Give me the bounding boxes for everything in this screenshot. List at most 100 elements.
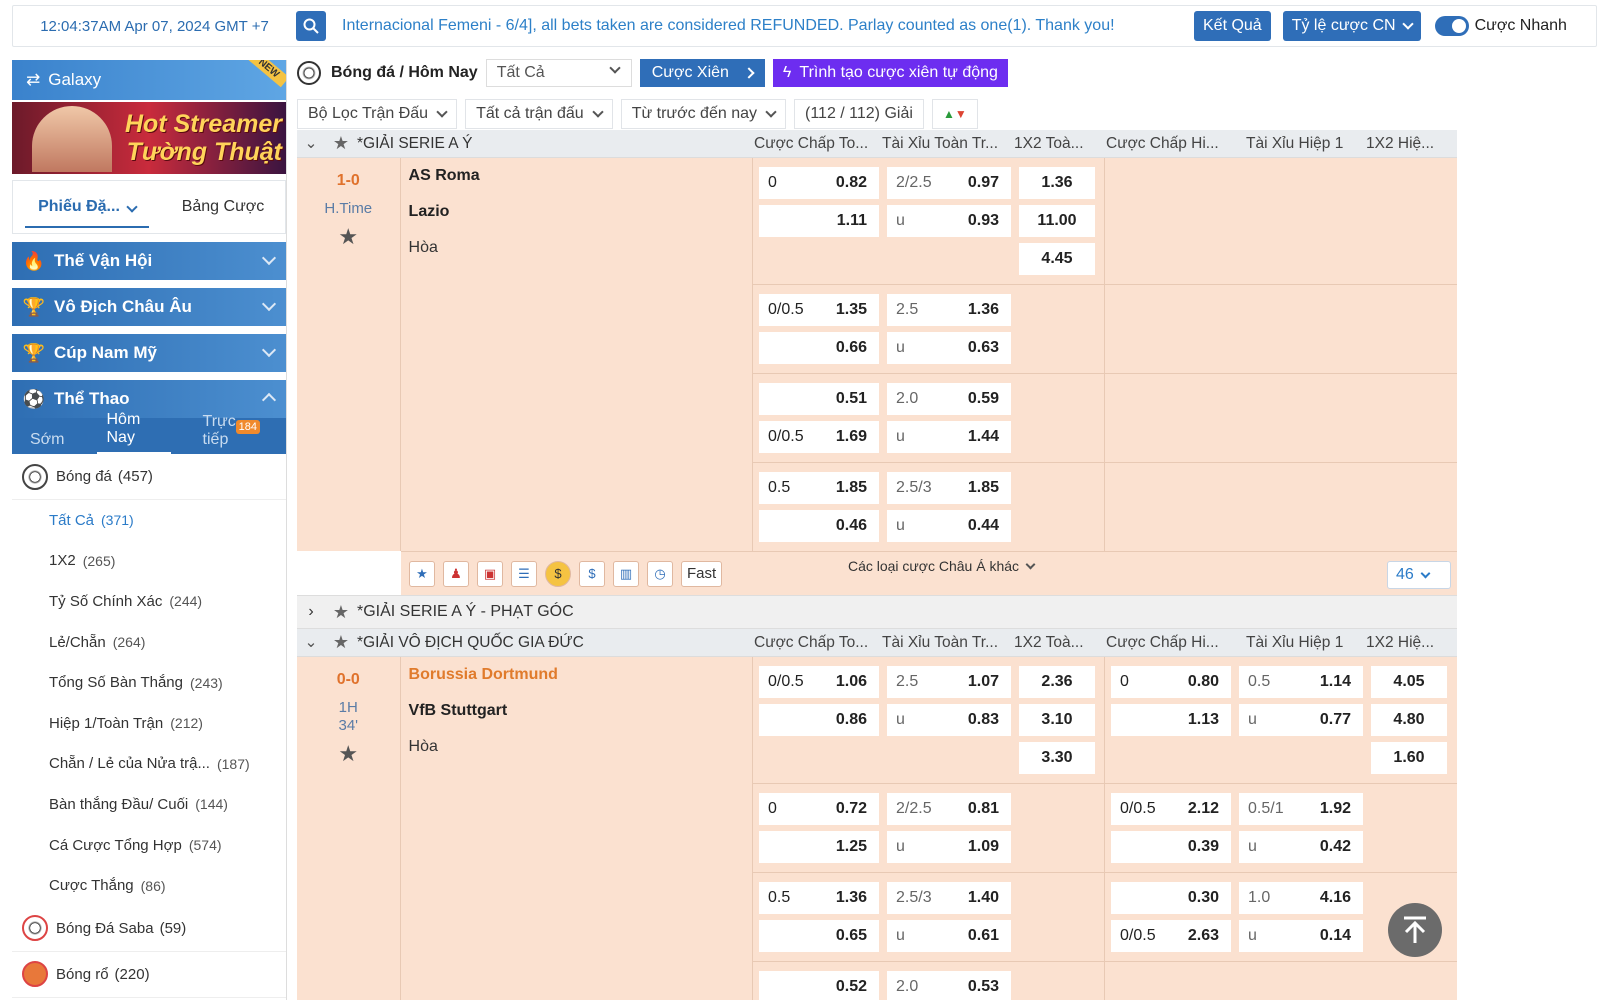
over-under-odds-cell[interactable]: 2/2.5 0.81 — [887, 793, 1011, 825]
tab-early[interactable]: Sớm — [20, 431, 75, 454]
handicap-odds-cell[interactable]: 0.39 — [1111, 831, 1231, 863]
handicap-odds-cell[interactable]: 0.30 — [1111, 882, 1231, 914]
over-under-odds-cell[interactable]: 2.0 0.59 — [887, 383, 1011, 415]
handicap-odds-cell[interactable]: 0/0.5 2.12 — [1111, 793, 1231, 825]
galaxy-link[interactable]: ⇄ Galaxy NEW — [12, 60, 286, 100]
bar-chart-icon[interactable]: ▥ — [613, 560, 639, 587]
sidebar-bet-type-item[interactable]: 1X2 (265) — [12, 541, 286, 582]
1x2-odds-cell[interactable]: 3.10 — [1019, 704, 1095, 736]
back-to-top-button[interactable] — [1388, 903, 1442, 957]
announcement-ticker[interactable]: Internacional Femeni - 6/4], all bets ta… — [342, 17, 1182, 35]
handicap-odds-cell[interactable]: 0.86 — [759, 704, 879, 736]
star-icon[interactable]: ★ — [297, 224, 400, 250]
stats-list-icon[interactable]: ☰ — [511, 560, 537, 587]
over-under-odds-cell[interactable]: 2.0 0.53 — [887, 971, 1011, 1000]
sidebar-bet-type-item[interactable]: Lẻ/Chẵn (264) — [12, 622, 286, 663]
sidebar-bet-type-item[interactable]: Tỷ Số Chính Xác (244) — [12, 581, 286, 622]
over-under-odds-cell[interactable]: 2.5 1.07 — [887, 666, 1011, 698]
handicap-odds-cell[interactable]: 0.52 — [759, 971, 879, 1000]
sort-icon[interactable]: ▲ ▼ — [931, 99, 978, 129]
sport-basketball[interactable]: Bóng rổ (220) — [12, 952, 286, 998]
league-header-collapsed[interactable]: › ★ *GIẢI SERIE A Ý - PHẠT GÓC — [297, 595, 1457, 629]
dollar-icon[interactable]: $ — [579, 560, 605, 587]
star-icon[interactable]: ★ — [297, 741, 400, 767]
time-range-dropdown[interactable]: Từ trước đến nay — [620, 99, 786, 129]
parlay-button[interactable]: Cược Xiên — [639, 59, 765, 87]
league-header[interactable]: ⌄ ★ *GIẢI SERIE A Ý Cược Chấp To... Tài … — [297, 130, 1457, 158]
handicap-odds-cell[interactable]: 0.65 — [759, 920, 879, 952]
search-icon[interactable] — [296, 11, 326, 41]
over-under-odds-cell[interactable]: u 0.77 — [1239, 704, 1363, 736]
sidebar-bet-type-item[interactable]: Tất Cả (371) — [12, 500, 286, 541]
handicap-odds-cell[interactable]: 0.5 1.36 — [759, 882, 879, 914]
sidebar-bet-type-item[interactable]: Tổng Số Bàn Thắng (243) — [12, 662, 286, 703]
fast-button[interactable]: Fast — [681, 560, 723, 587]
handicap-odds-cell[interactable]: 0/0.5 1.06 — [759, 666, 879, 698]
section-copa[interactable]: 🏆 Cúp Nam Mỹ — [12, 334, 286, 372]
sidebar-bet-type-item[interactable]: Chẵn / Lẻ của Nửa trậ... (187) — [12, 744, 286, 785]
over-under-odds-cell[interactable]: 0.5 1.14 — [1239, 666, 1363, 698]
over-under-odds-cell[interactable]: 2.5 1.36 — [887, 294, 1011, 326]
over-under-odds-cell[interactable]: 2.5/3 1.85 — [887, 472, 1011, 504]
all-matches-dropdown[interactable]: Tất cả trận đấu — [465, 99, 613, 129]
sidebar-bet-type-item[interactable]: Cược Thắng (86) — [12, 865, 286, 906]
over-under-odds-cell[interactable]: u 0.93 — [887, 205, 1011, 237]
section-euro[interactable]: 🏆 Vô Địch Châu Âu — [12, 288, 286, 326]
1x2-odds-cell[interactable]: 1.60 — [1371, 742, 1447, 774]
1x2-odds-cell[interactable]: 2.36 — [1019, 666, 1095, 698]
star-icon[interactable]: ★ — [325, 133, 357, 154]
over-under-odds-cell[interactable]: u 0.63 — [887, 332, 1011, 364]
odds-type-dropdown[interactable]: Tỷ lệ cược CN — [1282, 11, 1421, 41]
1x2-odds-cell[interactable]: 4.80 — [1371, 704, 1447, 736]
handicap-odds-cell[interactable]: 0 0.82 — [759, 167, 879, 199]
handicap-odds-cell[interactable]: 0.46 — [759, 510, 879, 542]
handicap-odds-cell[interactable]: 1.11 — [759, 205, 879, 237]
handicap-odds-cell[interactable]: 0.66 — [759, 332, 879, 364]
over-under-odds-cell[interactable]: u 0.14 — [1239, 920, 1363, 952]
results-button[interactable]: Kết Quả — [1194, 11, 1271, 41]
chevron-right-icon[interactable]: › — [297, 603, 325, 621]
clock-icon[interactable]: ◷ — [647, 560, 673, 587]
more-asian-bets[interactable]: Các loại cược Châu Á khác — [821, 552, 1061, 580]
live-field-icon[interactable]: ▣ — [477, 560, 503, 587]
over-under-odds-cell[interactable]: u 1.09 — [887, 831, 1011, 863]
star-icon[interactable]: ★ — [325, 632, 357, 653]
1x2-odds-cell[interactable]: 4.45 — [1019, 243, 1095, 275]
match-filter-dropdown[interactable]: Bộ Lọc Trận Đấu — [297, 99, 458, 129]
1x2-odds-cell[interactable]: 3.30 — [1019, 742, 1095, 774]
coin-icon[interactable]: $ — [545, 560, 571, 587]
over-under-odds-cell[interactable]: u 0.44 — [887, 510, 1011, 542]
over-under-odds-cell[interactable]: u 1.44 — [887, 421, 1011, 453]
over-under-odds-cell[interactable]: 2.5/3 1.40 — [887, 882, 1011, 914]
streamer-icon[interactable]: ♟ — [443, 560, 469, 587]
hot-streamer-banner[interactable]: Hot Streamer Tường Thuật — [12, 102, 286, 174]
handicap-odds-cell[interactable]: 0.5 1.85 — [759, 472, 879, 504]
over-under-odds-cell[interactable]: 1.0 4.16 — [1239, 882, 1363, 914]
league-count-button[interactable]: (112 / 112) Giải — [794, 99, 924, 129]
over-under-odds-cell[interactable]: 0.5/1 1.92 — [1239, 793, 1363, 825]
star-icon[interactable]: ★ — [325, 602, 357, 623]
star-icon[interactable]: ★ — [409, 560, 435, 587]
sidebar-bet-type-item[interactable]: Bàn thắng Đầu/ Cuối (144) — [12, 784, 286, 825]
tab-bet-table[interactable]: Bảng Cược — [161, 198, 285, 216]
handicap-odds-cell[interactable]: 0/0.5 1.35 — [759, 294, 879, 326]
sport-football[interactable]: Bóng đá (457) — [12, 454, 286, 500]
sidebar-bet-type-item[interactable]: Hiệp 1/Toàn Trận (212) — [12, 703, 286, 744]
1x2-odds-cell[interactable]: 1.36 — [1019, 167, 1095, 199]
chevron-down-icon[interactable]: ⌄ — [297, 134, 325, 153]
market-select[interactable]: Tất Cả — [485, 59, 632, 87]
1x2-odds-cell[interactable]: 11.00 — [1019, 205, 1095, 237]
sport-saba-football[interactable]: Bóng Đá Saba (59) — [12, 906, 286, 952]
tab-bet-slip[interactable]: Phiếu Đặ... — [25, 186, 149, 228]
over-under-odds-cell[interactable]: 2/2.5 0.97 — [887, 167, 1011, 199]
handicap-odds-cell[interactable]: 1.25 — [759, 831, 879, 863]
handicap-odds-cell[interactable]: 0 0.72 — [759, 793, 879, 825]
handicap-odds-cell[interactable]: 1.13 — [1111, 704, 1231, 736]
quick-bet-toggle[interactable] — [1434, 16, 1469, 36]
section-olympics[interactable]: 🔥 Thế Vận Hội — [12, 242, 286, 280]
handicap-odds-cell[interactable]: 0/0.5 1.69 — [759, 421, 879, 453]
chevron-down-icon[interactable]: ⌄ — [297, 633, 325, 652]
over-under-odds-cell[interactable]: u 0.61 — [887, 920, 1011, 952]
more-count-dropdown[interactable]: 46 — [1387, 561, 1451, 589]
over-under-odds-cell[interactable]: u 0.42 — [1239, 831, 1363, 863]
